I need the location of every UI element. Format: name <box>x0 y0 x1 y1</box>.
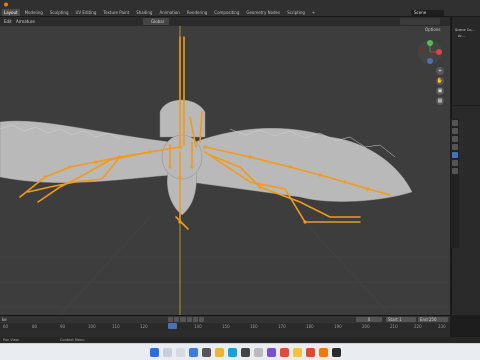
app-icon-5[interactable] <box>332 348 341 357</box>
outliner-row-armature[interactable]: Ar... <box>452 33 480 39</box>
workspace-tab[interactable]: + <box>310 9 317 16</box>
timeline-tick: 170 <box>278 324 286 329</box>
timeline-tick: 120 <box>140 324 148 329</box>
properties-tabs <box>451 118 459 248</box>
timeline-tick: 150 <box>222 324 230 329</box>
play-reverse-button[interactable] <box>180 317 186 322</box>
start-icon[interactable] <box>150 348 159 357</box>
start-value: 1 <box>399 317 402 322</box>
workspace-tab[interactable]: Compositing <box>212 9 241 16</box>
workspace-tab[interactable]: Scripting <box>285 9 307 16</box>
modifier-tab-icon[interactable] <box>452 160 458 166</box>
workspace-tab[interactable]: Sculpting <box>48 9 71 16</box>
search-icon[interactable] <box>163 348 172 357</box>
3d-viewport[interactable]: Edit Armature Global Options + ✋ ▣ ▦ <box>0 17 450 315</box>
scene-field[interactable]: Scene <box>411 10 444 16</box>
timeline-tick: 180 <box>306 324 314 329</box>
timeline-tick: 100 <box>88 324 96 329</box>
data-tab-icon[interactable] <box>452 168 458 174</box>
file-explorer-icon[interactable] <box>215 348 224 357</box>
timeline-tick: 110 <box>112 324 120 329</box>
chrome-icon[interactable] <box>293 348 302 357</box>
start-label: Start <box>388 317 398 322</box>
workspace-tab[interactable]: Modeling <box>23 9 45 16</box>
next-key-button[interactable] <box>192 317 198 322</box>
tool-tab-icon[interactable] <box>452 120 458 126</box>
timeline-tick: 160 <box>250 324 258 329</box>
app-icon-4[interactable] <box>306 348 315 357</box>
grid-view-icon[interactable]: ▦ <box>436 97 444 105</box>
play-button[interactable] <box>186 317 192 322</box>
edge-icon[interactable] <box>228 348 237 357</box>
jump-end-button[interactable] <box>198 317 205 322</box>
chat-icon[interactable] <box>202 348 211 357</box>
workspace-tab[interactable]: Layout <box>2 9 20 16</box>
workspace-tab[interactable]: Shading <box>134 9 154 16</box>
task-view-icon[interactable] <box>176 348 185 357</box>
outliner-panel: Scene Co... Ar... <box>451 17 480 105</box>
workspace-tab[interactable]: UV Editing <box>74 9 99 16</box>
timeline-tick: 90 <box>60 324 66 329</box>
workspace-tab[interactable]: Texture Paint <box>101 9 131 16</box>
workspace-tabs: Layout Modeling Sculpting UV Editing Texture… <box>2 9 317 16</box>
timeline-label: ke <box>2 317 7 322</box>
camera-icon[interactable]: ▣ <box>436 87 444 95</box>
navigation-gizmo[interactable] <box>417 39 443 65</box>
app-icon[interactable] <box>254 348 263 357</box>
app-icon-3[interactable] <box>280 348 289 357</box>
pan-icon[interactable]: ✋ <box>436 77 444 85</box>
app-icon-2[interactable] <box>267 348 276 357</box>
timeline-controls: ke 0 Start 1 End 250 <box>0 316 450 323</box>
blender-icon[interactable] <box>319 348 328 357</box>
object-tab-icon[interactable] <box>452 152 458 158</box>
timeline-tick: 230 <box>438 324 446 329</box>
end-value: 250 <box>428 317 437 322</box>
current-frame-field[interactable]: 0 <box>356 317 382 322</box>
blender-logo-icon[interactable] <box>3 2 9 7</box>
floor-grid <box>0 216 450 315</box>
eagle-mesh <box>0 99 413 216</box>
workspace-tab[interactable]: Geometry Nodes <box>244 9 282 16</box>
blender-window: Layout Modeling Sculpting UV Editing Texture… <box>0 0 480 360</box>
start-frame-field[interactable]: Start 1 <box>386 317 416 322</box>
windows-taskbar <box>0 343 480 360</box>
end-frame-field[interactable]: End 250 <box>418 317 448 322</box>
top-menu-bar: Layout Modeling Sculpting UV Editing Texture… <box>0 0 480 17</box>
timeline-tick: 200 <box>362 324 370 329</box>
timeline-ruler[interactable]: 6080901001101201301401501601701801902002… <box>0 323 450 330</box>
workspace-tab[interactable]: Rendering <box>185 9 209 16</box>
widgets-icon[interactable] <box>189 348 198 357</box>
scene-label: Scene <box>414 10 427 15</box>
end-label: End <box>420 317 428 322</box>
scene-tab-icon[interactable] <box>452 144 458 150</box>
timeline-tick: 80 <box>32 324 38 329</box>
timeline-tick: 60 <box>3 324 9 329</box>
output-tab-icon[interactable] <box>452 136 458 142</box>
timeline-tick: 140 <box>194 324 202 329</box>
timeline-tick: 190 <box>334 324 342 329</box>
zoom-icon[interactable]: + <box>436 67 444 75</box>
workspace-tab[interactable]: Animation <box>157 9 181 16</box>
timeline-tick: 220 <box>414 324 422 329</box>
playhead-marker[interactable] <box>168 316 177 329</box>
store-icon[interactable] <box>241 348 250 357</box>
render-tab-icon[interactable] <box>452 128 458 134</box>
viewport-scene <box>0 26 450 315</box>
timeline-tick: 210 <box>390 324 398 329</box>
